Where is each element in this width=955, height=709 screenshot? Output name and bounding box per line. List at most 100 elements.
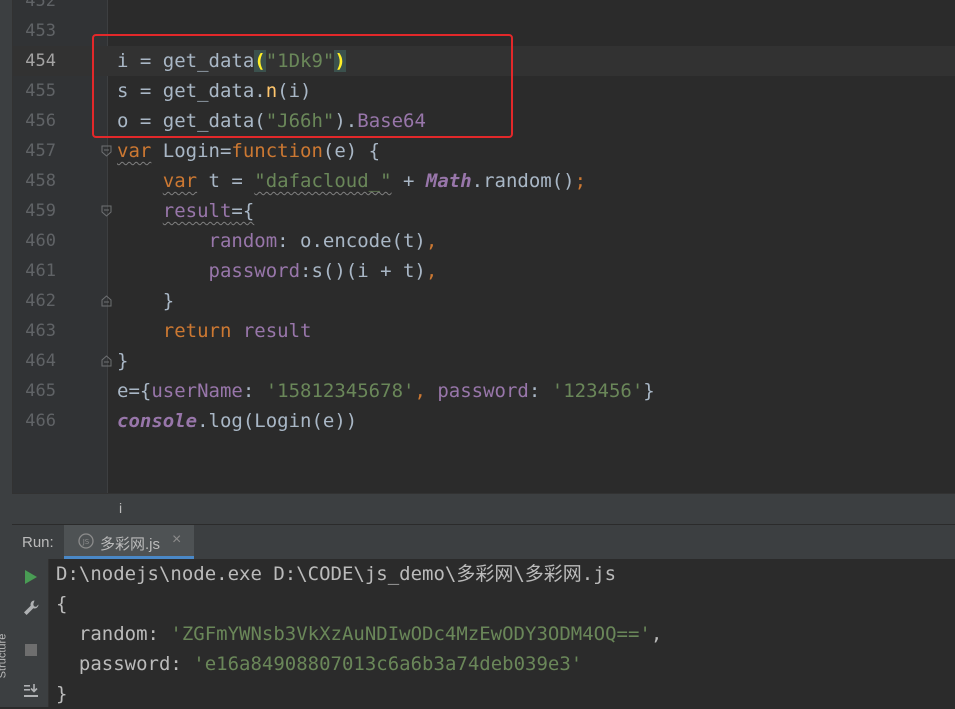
code-line[interactable]: 459 result={ (0, 196, 955, 226)
run-tab-label: 多彩网.js (100, 536, 161, 553)
line-number: 452 (25, 0, 56, 11)
line-number: 466 (25, 411, 56, 431)
stop-button[interactable] (20, 639, 42, 661)
console-token: } (56, 683, 68, 705)
structure-tool-tab[interactable]: Structure (0, 610, 12, 707)
code-text[interactable]: e={userName: '15812345678', password: '1… (117, 376, 655, 406)
code-line[interactable]: 466 console.log(Login(e)) (0, 406, 955, 436)
console-line: password: 'e16a84908807013c6a6b3a74deb03… (56, 649, 582, 679)
line-number: 464 (25, 351, 56, 371)
code-text[interactable]: } (117, 346, 128, 376)
console-line: random: 'ZGFmYWNsb3VkXzAuNDIwODc4MzEwODY… (56, 619, 662, 649)
code-token: } (117, 290, 175, 312)
rerun-button[interactable] (20, 566, 42, 588)
line-number: 456 (25, 111, 56, 131)
code-token: : (242, 380, 266, 402)
code-token: : (528, 380, 552, 402)
fold-collapse-icon[interactable] (99, 196, 113, 226)
code-token: , (425, 260, 438, 282)
code-token: ={ (231, 200, 255, 222)
code-token: random (208, 230, 278, 252)
line-number: 465 (25, 381, 56, 401)
line-number: 462 (25, 291, 56, 311)
code-token: ; (574, 170, 587, 192)
line-number: 459 (25, 201, 56, 221)
code-line[interactable]: 465 e={userName: '15812345678', password:… (0, 376, 955, 406)
run-label: Run: (22, 534, 54, 551)
code-token: t = (197, 170, 255, 192)
code-line[interactable]: 463 return result (0, 316, 955, 346)
console-token: , (650, 623, 663, 645)
code-text[interactable]: console.log(Login(e)) (117, 406, 357, 436)
code-token: function (231, 140, 323, 162)
scroll-end-icon (24, 684, 38, 697)
structure-label[interactable]: Structure (0, 634, 8, 679)
code-text[interactable]: random: o.encode(t), (117, 226, 438, 256)
code-line[interactable]: 460 random: o.encode(t), (0, 226, 955, 256)
fold-end-icon[interactable] (99, 286, 113, 316)
wrench-icon (24, 600, 39, 615)
code-token: console (117, 410, 198, 432)
code-token: .log(Login(e)) (197, 410, 358, 432)
breadcrumb[interactable]: i (12, 493, 955, 524)
console-token: { (56, 593, 68, 615)
code-token: userName (151, 380, 243, 402)
console-output[interactable]: D:\nodejs\node.exe D:\CODE\js_demo\多彩网\多… (49, 559, 955, 707)
svg-text:JS: JS (82, 538, 90, 546)
code-token: , (414, 380, 438, 402)
console-token: D:\nodejs\node.exe D:\CODE\js_demo\多彩网\多… (56, 563, 617, 585)
code-line[interactable]: 457 var Login=function(e) { (0, 136, 955, 166)
code-token: password (437, 380, 529, 402)
console-line: D:\nodejs\node.exe D:\CODE\js_demo\多彩网\多… (56, 559, 616, 589)
breadcrumb-text[interactable]: i (119, 500, 122, 516)
line-number: 458 (25, 171, 56, 191)
code-token: e={ (117, 380, 152, 402)
fold-collapse-icon[interactable] (99, 136, 113, 166)
line-number: 463 (25, 321, 56, 341)
code-text[interactable]: result={ (117, 196, 255, 226)
console-line: { (56, 589, 67, 619)
run-toolbar (12, 559, 49, 707)
code-line[interactable]: 461 password:s()(i + t), (0, 256, 955, 286)
line-number: 457 (25, 141, 56, 161)
scroll-to-end-button[interactable] (20, 679, 42, 701)
code-line[interactable]: 462 } (0, 286, 955, 316)
console-line: } (56, 679, 67, 709)
code-line[interactable]: 464} (0, 346, 955, 376)
code-token: } (117, 350, 129, 372)
code-token: password (208, 260, 301, 282)
code-token: Math (425, 170, 472, 192)
code-token: '123456' (551, 380, 644, 402)
code-token: var (162, 170, 198, 192)
code-text[interactable]: var Login=function(e) { (117, 136, 380, 166)
code-line[interactable]: 452 (0, 0, 955, 16)
code-text[interactable]: return result (117, 316, 312, 346)
close-icon[interactable]: × (172, 531, 181, 549)
code-text[interactable]: } (117, 286, 174, 316)
code-text[interactable]: var t = "dafacloud_" + Math.random(); (117, 166, 586, 196)
code-editor[interactable]: 452 453 454 i = get_data("1Dk9") 455 s = get_… (0, 0, 955, 493)
code-token: .random() (471, 170, 575, 192)
run-tab[interactable]: JS 多彩网.js × (64, 525, 194, 559)
code-text[interactable]: password:s()(i + t), (117, 256, 438, 286)
code-token: "dafacloud_" (254, 170, 392, 192)
settings-button[interactable] (20, 597, 42, 619)
stop-icon (25, 644, 37, 656)
code-token: + (391, 170, 426, 192)
code-line[interactable]: 458 var t = "dafacloud_" + Math.random()… (0, 166, 955, 196)
code-token: return (162, 320, 232, 342)
code-token: : o.encode(t) (277, 230, 426, 252)
code-token: , (425, 230, 438, 252)
highlight-annotation-box (92, 34, 513, 138)
line-number: 461 (25, 261, 56, 281)
line-number: 460 (25, 231, 56, 251)
code-token: '15812345678' (265, 380, 415, 402)
fold-end-icon[interactable] (99, 346, 113, 376)
console-token: 'e16a84908807013c6a6b3a74deb039e3' (193, 653, 583, 675)
